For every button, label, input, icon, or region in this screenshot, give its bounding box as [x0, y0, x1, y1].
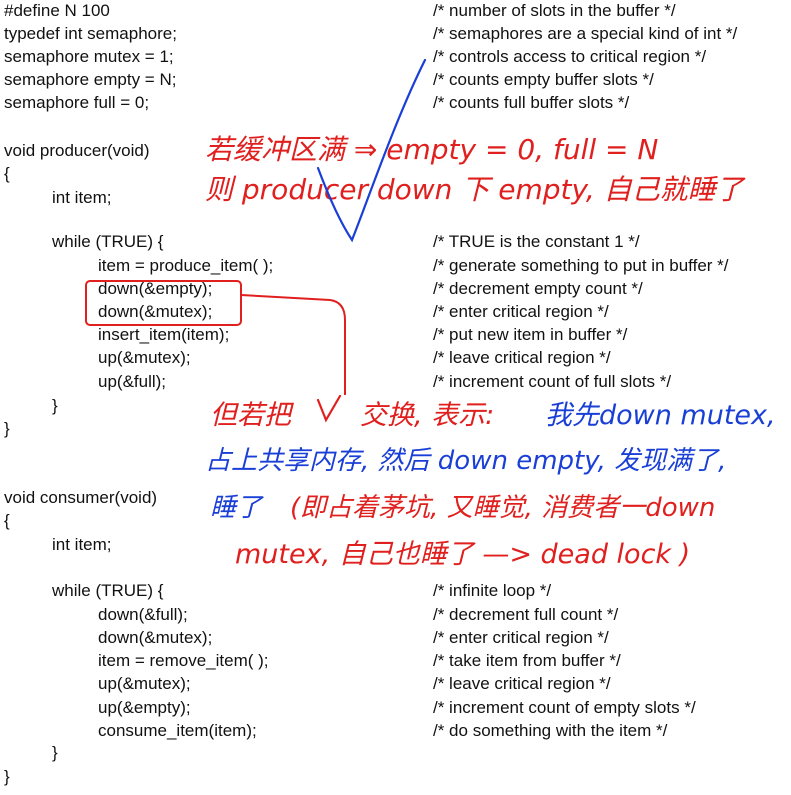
code-line: int item; [52, 188, 112, 207]
code-comment: /* infinite loop */ [433, 581, 552, 600]
note-buffer-full-line1: 若缓冲区满 ⇒ empty = 0, full = N [205, 133, 659, 166]
code-comment: /* counts full buffer slots */ [433, 93, 630, 112]
red-connector-line [240, 294, 346, 395]
code-comment: /* generate something to put in buffer *… [433, 256, 729, 275]
note-first-down-mutex: 我先down mutex, [545, 400, 776, 431]
code-line: void producer(void) [4, 141, 150, 160]
code-line: insert_item(item); [98, 325, 230, 344]
note-swap-label: 但若把 [210, 400, 291, 431]
code-line: semaphore mutex = 1; [4, 47, 174, 66]
code-comment: /* enter critical region */ [433, 302, 609, 321]
code-comment: /* leave critical region */ [433, 674, 611, 693]
code-line: } [52, 396, 58, 415]
note-explanation: (即占着茅坑, 又睡觉, 消费者一down [290, 493, 716, 523]
code-comment: /* decrement full count */ [433, 605, 619, 624]
code-line: semaphore empty = N; [4, 70, 177, 89]
code-comment: /* take item from buffer */ [433, 651, 621, 670]
code-line: down(&empty); [98, 279, 213, 298]
code-line: } [4, 767, 10, 786]
code-comment: /* decrement empty count */ [433, 279, 643, 298]
note-deadlock: mutex, 自己也睡了 —> dead lock ) [235, 539, 691, 570]
code-line: down(&mutex); [98, 302, 213, 321]
code-comment: /* increment count of full slots */ [433, 372, 672, 391]
code-comment: /* semaphores are a special kind of int … [433, 24, 738, 43]
code-comment: /* number of slots in the buffer */ [433, 1, 676, 20]
code-line: typedef int semaphore; [4, 24, 177, 43]
note-buffer-full-line2: 则 producer down 下 empty, 自己就睡了 [205, 173, 744, 206]
code-comment: /* enter critical region */ [433, 628, 609, 647]
code-line: } [4, 419, 10, 438]
code-comment: /* controls access to critical region */ [433, 47, 707, 66]
code-line: { [4, 164, 10, 183]
code-line: down(&full); [98, 605, 188, 624]
note-slept: 睡了 [210, 493, 263, 523]
code-line: item = produce_item( ); [98, 256, 274, 275]
code-comment: /* put new item in buffer */ [433, 325, 628, 344]
code-line: semaphore full = 0; [4, 93, 150, 112]
code-line: up(&full); [98, 372, 167, 391]
code-line: consume_item(item); [98, 721, 257, 740]
code-line: void consumer(void) [4, 488, 158, 507]
code-line: #define N 100 [4, 1, 110, 20]
code-line: { [4, 511, 10, 530]
code-line: up(&mutex); [98, 348, 191, 367]
note-swap-meaning: 交换, 表示: [360, 400, 495, 431]
code-comment: /* leave critical region */ [433, 348, 611, 367]
code-comment: /* do something with the item */ [433, 721, 668, 740]
code-comment: /* increment count of empty slots */ [433, 698, 696, 717]
code-line: down(&mutex); [98, 628, 213, 647]
note-shared-memory: 占上共享内存, 然后 down empty, 发现满了, [205, 446, 727, 476]
code-line: int item; [52, 535, 112, 554]
code-comment: /* TRUE is the constant 1 */ [433, 232, 640, 251]
code-line: up(&mutex); [98, 674, 191, 693]
code-comment: /* counts empty buffer slots */ [433, 70, 654, 89]
code-line: up(&empty); [98, 698, 191, 717]
code-line: } [52, 743, 58, 762]
code-line: item = remove_item( ); [98, 651, 269, 670]
code-line: while (TRUE) { [52, 232, 164, 251]
code-line: while (TRUE) { [52, 581, 164, 600]
red-swap-checkmark [316, 394, 342, 423]
